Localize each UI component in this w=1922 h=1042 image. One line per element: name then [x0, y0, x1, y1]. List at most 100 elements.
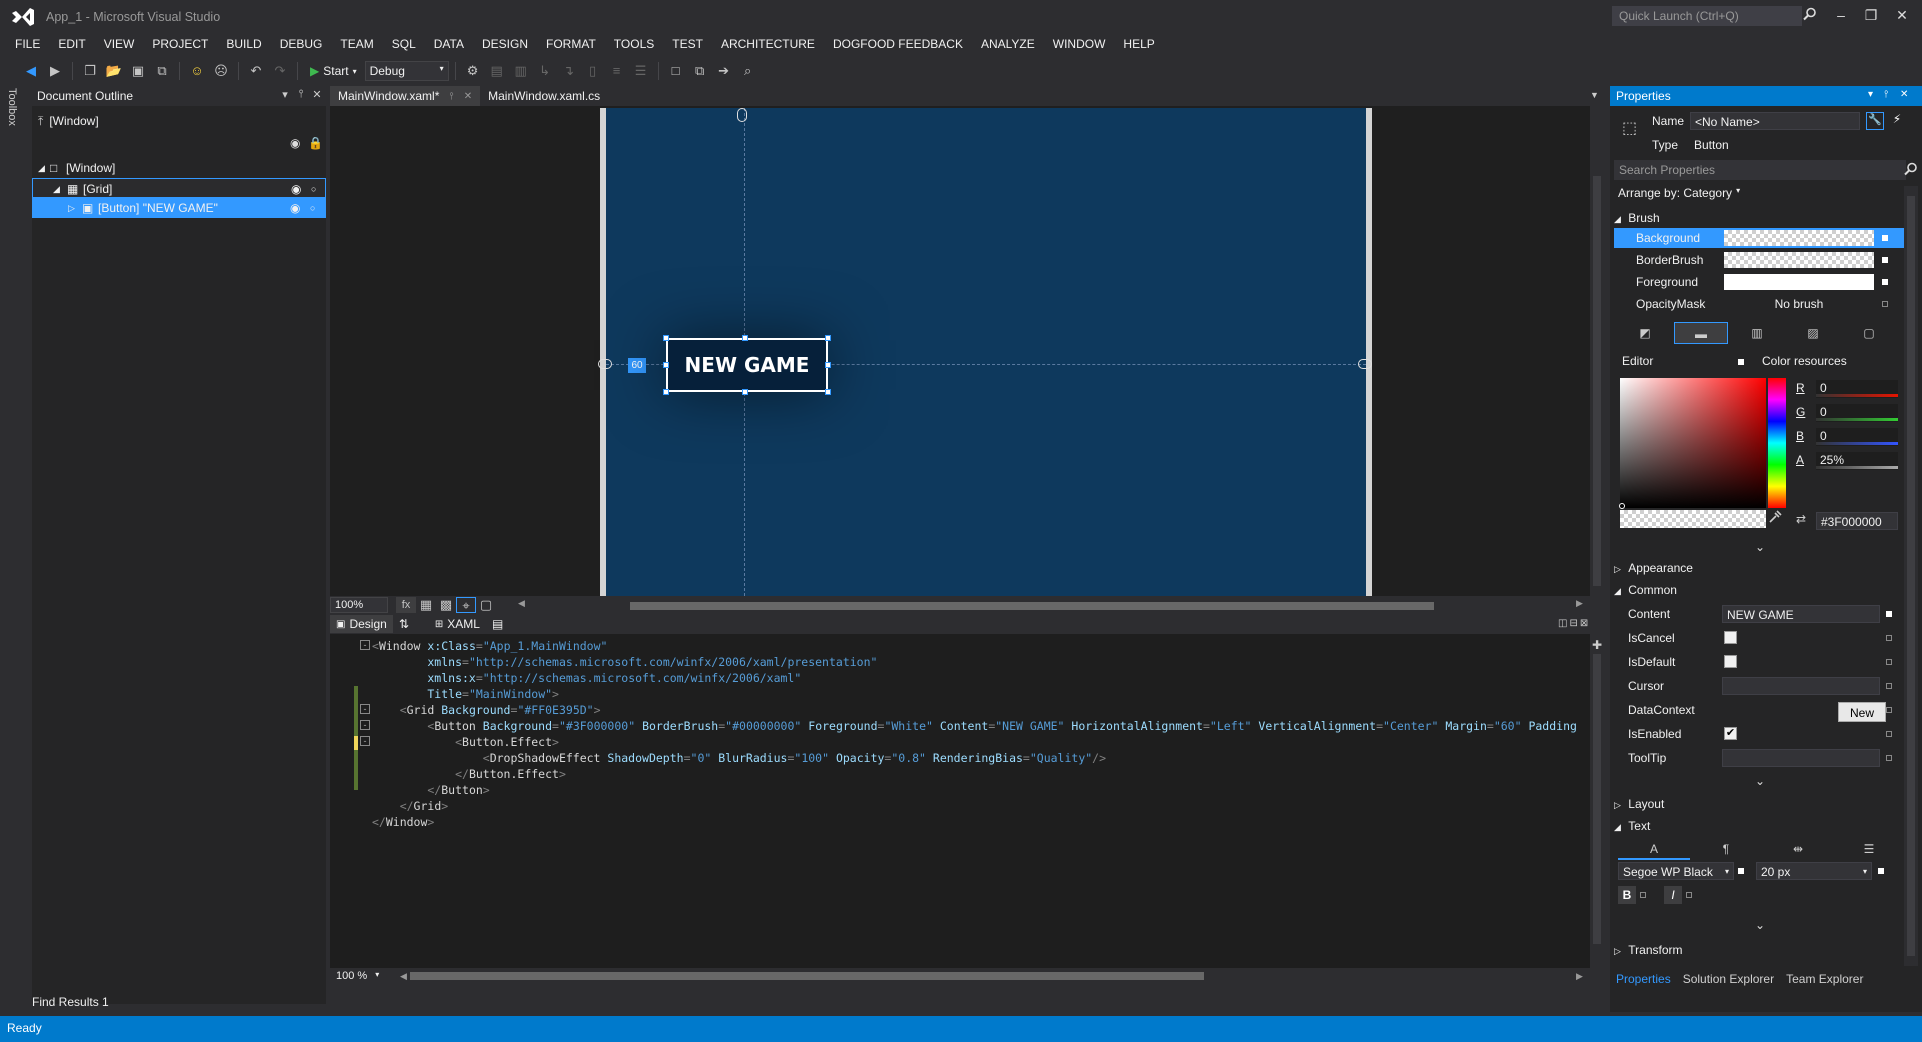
no-brush-icon[interactable]: ◩ [1618, 322, 1672, 344]
menu-item-design[interactable]: DESIGN [473, 34, 537, 56]
breakpoint-icon[interactable]: ▯ [582, 60, 604, 82]
restore-icon[interactable]: ❐ [1857, 4, 1885, 26]
navigate-back-icon[interactable]: ◀ [20, 60, 42, 82]
chevron-down-icon[interactable]: ▾ [1868, 89, 1873, 100]
fold-toggle-icon[interactable]: - [360, 736, 370, 746]
tooltip-input[interactable] [1722, 749, 1880, 767]
menu-item-team[interactable]: TEAM [331, 34, 382, 56]
comment-icon[interactable]: ☰ [630, 60, 652, 82]
advanced-marker-icon[interactable] [1882, 257, 1888, 263]
menu-item-test[interactable]: TEST [663, 34, 712, 56]
right-anchor-icon[interactable] [1358, 359, 1372, 369]
resize-handle[interactable] [742, 389, 748, 395]
scroll-left-icon[interactable]: ◀ [400, 971, 407, 982]
paragraph-tab-icon[interactable]: ¶ [1690, 838, 1762, 860]
opacitymask-value[interactable]: No brush [1724, 294, 1874, 314]
properties-vertical-scrollbar[interactable] [1904, 186, 1918, 966]
font-family-select[interactable]: Segoe WP Black ▾ [1618, 862, 1734, 880]
lock-icon[interactable]: 🔒 [308, 136, 323, 150]
zoom-select[interactable]: 100% [330, 597, 388, 613]
close-icon[interactable]: ✕ [1888, 4, 1916, 26]
advanced-marker-icon[interactable] [1738, 868, 1744, 874]
quick-launch-input[interactable]: Quick Launch (Ctrl+Q) [1612, 6, 1802, 26]
category-text[interactable]: ◢ Text [1614, 816, 1904, 836]
code-line[interactable]: <Window x:Class="App_1.MainWindow" [372, 638, 1590, 654]
undo-icon[interactable]: ↶ [245, 60, 267, 82]
advanced-marker-icon[interactable] [1878, 868, 1884, 874]
tab-solution-explorer[interactable]: Solution Explorer [1677, 970, 1780, 990]
channel-slider[interactable] [1816, 442, 1898, 445]
channel-slider[interactable] [1816, 418, 1898, 421]
menu-item-window[interactable]: WINDOW [1044, 34, 1115, 56]
category-brush[interactable]: ◢ Brush [1614, 208, 1904, 228]
menu-item-build[interactable]: BUILD [217, 34, 270, 56]
advanced-marker-icon[interactable] [1640, 892, 1646, 898]
foreground-swatch[interactable] [1724, 274, 1874, 290]
fold-toggle-icon[interactable]: - [360, 640, 370, 650]
font-tab-icon[interactable]: A [1618, 838, 1690, 860]
advanced-marker-icon[interactable] [1886, 683, 1892, 689]
resize-handle[interactable] [663, 389, 669, 395]
code-line[interactable]: <Grid Background="#FF0E395D"> [372, 702, 1590, 718]
borderbrush-swatch[interactable] [1724, 252, 1874, 268]
find-icon[interactable]: ⌕ [737, 60, 759, 82]
category-transform[interactable]: ▷ Transform [1614, 940, 1904, 960]
cursor-select[interactable] [1722, 677, 1880, 695]
design-horizontal-scrollbar[interactable] [630, 602, 1434, 610]
find-results-tab[interactable]: Find Results 1 [32, 992, 152, 1012]
menu-item-data[interactable]: DATA [425, 34, 473, 56]
start-debugging-button[interactable]: ▶ Start ▾ [304, 60, 363, 82]
design-vertical-scrollbar[interactable] [1590, 106, 1604, 596]
brush-row-borderbrush[interactable]: BorderBrush [1614, 250, 1904, 270]
tree-item-button[interactable]: ▷ ▣ [Button] "NEW GAME" ◉ ○ [32, 198, 326, 218]
code-line[interactable]: xmlns="http://schemas.microsoft.com/winf… [372, 654, 1590, 670]
tab-design[interactable]: ▣ Design [330, 615, 393, 633]
swap-panes-button[interactable]: ⇅ [393, 615, 415, 633]
category-layout[interactable]: ▷ Layout [1614, 794, 1904, 814]
color-resources-label[interactable]: Color resources [1762, 354, 1847, 368]
document-icon[interactable]: □ [665, 60, 687, 82]
advanced-marker-icon[interactable] [1886, 611, 1892, 617]
eyedropper-icon[interactable] [1768, 510, 1786, 528]
resize-handle[interactable] [825, 362, 831, 368]
xaml-vertical-scrollbar[interactable] [1590, 634, 1604, 968]
outline-breadcrumb[interactable]: ⤒ [Window] [38, 114, 99, 129]
eye-icon[interactable]: ◉ [291, 179, 301, 199]
tab-team-explorer[interactable]: Team Explorer [1780, 970, 1869, 990]
brush-row-foreground[interactable]: Foreground [1614, 272, 1904, 292]
smile-feedback-icon[interactable]: ☺ [186, 60, 208, 82]
snap-lines-icon[interactable]: ⌖ [456, 597, 476, 613]
chevron-down-icon[interactable]: ⌄ [1752, 540, 1768, 554]
tree-item-grid[interactable]: ◢ ▦ [Grid] ◉ ○ [32, 178, 326, 198]
search-icon[interactable] [1904, 162, 1918, 179]
xaml-horizontal-scrollbar[interactable] [410, 972, 1204, 980]
italic-icon[interactable]: I [1664, 886, 1682, 904]
solution-configuration-select[interactable]: Debug ▾ [364, 61, 449, 81]
category-common[interactable]: ◢ Common [1614, 580, 1904, 600]
close-icon[interactable]: ✕ [310, 88, 324, 102]
resize-handle[interactable] [825, 389, 831, 395]
pin-icon[interactable]: ⫯ [294, 88, 308, 102]
menu-item-sql[interactable]: SQL [383, 34, 425, 56]
step2-icon[interactable]: ↴ [558, 60, 580, 82]
close-icon[interactable]: ✕ [464, 91, 472, 102]
events-view-icon[interactable]: ⚡ [1888, 112, 1906, 130]
toolbox-tab[interactable]: Toolbox [6, 88, 18, 126]
lock-circle-icon[interactable]: ○ [311, 179, 316, 199]
advanced-marker-icon[interactable] [1882, 235, 1888, 241]
save-all-icon[interactable]: ⧉ [151, 60, 173, 82]
resize-handle[interactable] [663, 335, 669, 341]
search-properties-input[interactable]: Search Properties [1614, 160, 1906, 180]
advanced-marker-icon[interactable] [1886, 731, 1892, 737]
layout-icon[interactable]: ▤ [486, 60, 508, 82]
menu-item-architecture[interactable]: ARCHITECTURE [712, 34, 824, 56]
xaml-zoom-select[interactable]: 100 % ▾ [336, 970, 379, 982]
eye-icon[interactable]: ◉ [290, 198, 300, 218]
code-line[interactable]: <Button.Effect> [372, 734, 1590, 750]
tab-overflow-icon[interactable]: ▼ [1590, 90, 1599, 100]
frown-feedback-icon[interactable]: ☹ [210, 60, 232, 82]
top-anchor-icon[interactable] [737, 108, 747, 122]
properties-view-icon[interactable]: 🔧 [1866, 112, 1884, 130]
fold-toggle-icon[interactable]: - [360, 704, 370, 714]
chevron-down-icon[interactable]: ⌄ [1752, 774, 1768, 788]
